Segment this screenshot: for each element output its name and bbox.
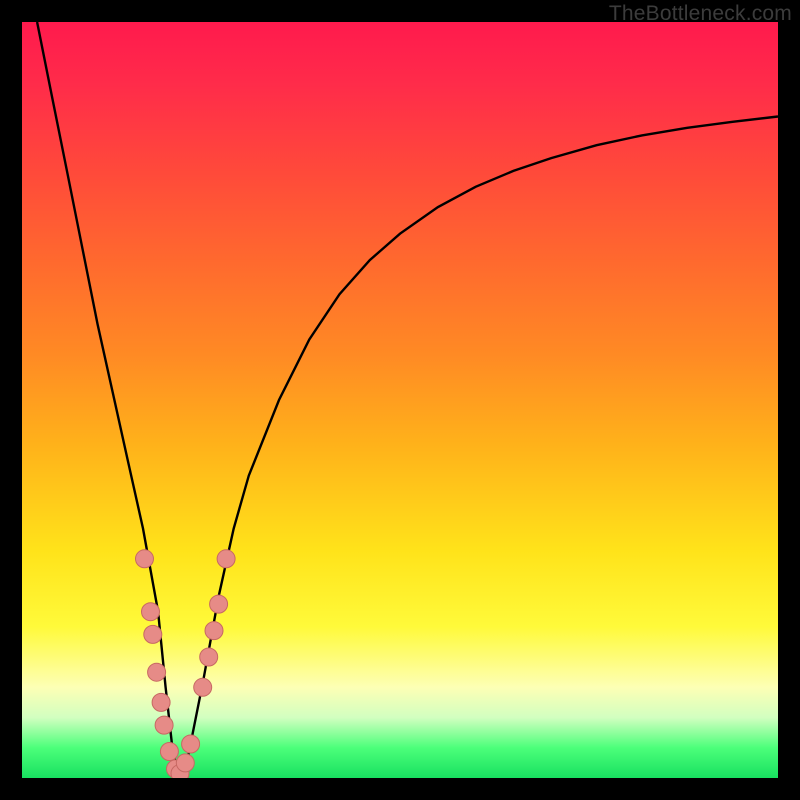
data-point [217, 550, 235, 568]
data-point [142, 603, 160, 621]
data-point [182, 735, 200, 753]
data-point [152, 693, 170, 711]
chart-frame: TheBottleneck.com [0, 0, 800, 800]
data-point [194, 678, 212, 696]
data-point [155, 716, 173, 734]
data-point [176, 754, 194, 772]
data-point [136, 550, 154, 568]
bottleneck-curve-line [37, 22, 778, 774]
data-point [148, 663, 166, 681]
data-point [210, 595, 228, 613]
chart-svg [22, 22, 778, 778]
data-point [144, 625, 162, 643]
chart-plot-area [22, 22, 778, 778]
watermark-text: TheBottleneck.com [609, 2, 792, 26]
data-point [160, 743, 178, 761]
data-point [205, 622, 223, 640]
data-point [200, 648, 218, 666]
